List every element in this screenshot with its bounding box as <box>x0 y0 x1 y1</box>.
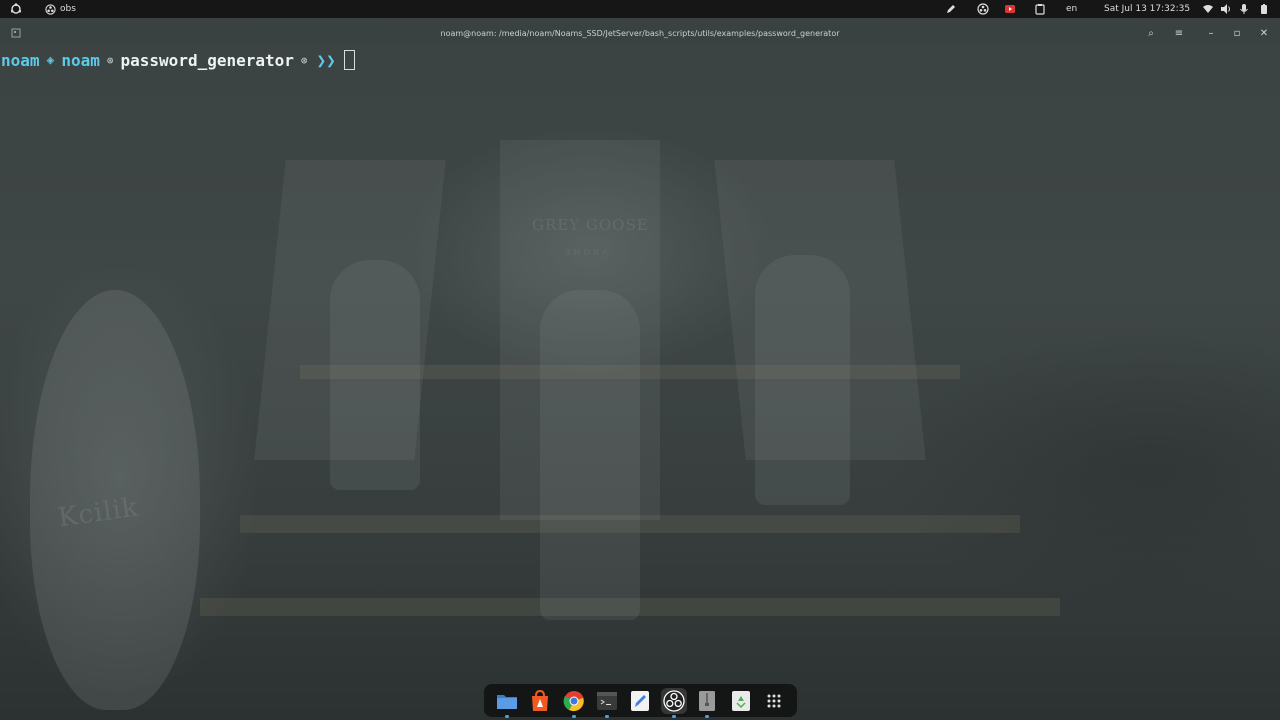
text-editor-icon <box>631 690 650 711</box>
wallpaper-brand-subtext: SHORA <box>565 248 611 257</box>
files-icon <box>496 694 517 709</box>
clock-button[interactable]: Sat Jul 13 17:32:35 <box>1104 0 1190 18</box>
obs-tray-icon <box>977 3 989 15</box>
running-indicator <box>671 714 676 718</box>
prompt-dot-icon-2: ⊛ <box>300 53 308 67</box>
trash-icon <box>731 690 750 711</box>
wallpaper-person-right <box>755 255 850 505</box>
running-indicator <box>705 714 710 718</box>
chrome-icon <box>563 690 584 711</box>
wifi-indicator[interactable] <box>1202 0 1214 18</box>
battery-indicator[interactable] <box>1258 0 1270 18</box>
prompt-dot-icon: ⊛ <box>106 53 114 67</box>
activities-button[interactable] <box>10 0 22 18</box>
desktop-wallpaper: GREY GOOSE SHORA Kcilik <box>0 0 1280 720</box>
microphone-indicator[interactable] <box>1238 0 1250 18</box>
search-button[interactable]: ⌕ <box>1140 22 1162 44</box>
dock-text-editor[interactable] <box>627 688 653 714</box>
minimize-icon: – <box>1208 27 1214 39</box>
prompt-host: noam <box>61 50 100 70</box>
search-icon: ⌕ <box>1148 27 1154 39</box>
wallpaper-brand-text: GREY GOOSE <box>532 216 649 234</box>
terminal-prompt[interactable]: noam ◈ noam ⊛ password_generator ⊛ ❯❯ <box>1 50 355 70</box>
dock-obs[interactable] <box>660 687 687 718</box>
terminal-titlebar[interactable]: noam@noam: /media/noam/Noams_SSD/JetServ… <box>0 22 1280 44</box>
dock-terminal[interactable] <box>594 688 620 718</box>
dock-archive[interactable] <box>694 688 720 718</box>
focused-app-name: obs <box>60 4 76 14</box>
dock-trash[interactable] <box>728 688 754 714</box>
ubuntu-logo-icon <box>10 3 22 14</box>
clipboard-indicator[interactable] <box>1034 0 1046 18</box>
terminal-icon <box>597 691 618 710</box>
record-icon <box>1005 5 1015 13</box>
keyboard-layout-indicator[interactable]: en <box>1066 0 1077 18</box>
pen-icon <box>947 5 955 13</box>
archive-icon <box>699 690 716 711</box>
obs-icon <box>45 3 56 15</box>
wifi-icon <box>1203 5 1213 13</box>
pen-indicator[interactable] <box>945 0 957 18</box>
running-indicator <box>571 714 576 718</box>
dock <box>484 684 797 718</box>
hamburger-menu-button[interactable]: ≡ <box>1168 22 1190 44</box>
obs-icon <box>663 689 685 712</box>
window-title: noam@noam: /media/noam/Noams_SSD/JetServ… <box>440 28 840 38</box>
app-center-icon <box>532 689 549 711</box>
wallpaper-person-left <box>330 260 420 490</box>
battery-icon <box>1261 4 1267 14</box>
date-time: Sat Jul 13 17:32:35 <box>1104 4 1191 14</box>
close-icon: ✕ <box>1259 27 1269 39</box>
maximize-button[interactable]: ▫ <box>1226 22 1248 44</box>
focused-app-menu[interactable]: obs <box>45 0 76 18</box>
screen-recording-indicator[interactable] <box>1004 0 1016 18</box>
menu-icon: ≡ <box>1174 27 1184 39</box>
prompt-arrow-icon: ❯❯ <box>316 50 336 70</box>
clipboard-icon <box>1035 4 1045 15</box>
obs-tray-indicator[interactable] <box>977 0 989 18</box>
close-button[interactable]: ✕ <box>1253 22 1275 44</box>
minimize-button[interactable]: – <box>1200 22 1222 44</box>
dock-files[interactable] <box>494 688 520 718</box>
running-indicator <box>605 714 610 718</box>
dock-show-apps[interactable] <box>761 688 787 714</box>
running-indicator <box>504 714 509 718</box>
show-apps-icon <box>767 694 781 707</box>
top-bar: obs en Sat Jul 13 17:32:35 <box>0 0 1280 18</box>
wallpaper-person-middle <box>540 290 640 620</box>
dock-chrome[interactable] <box>561 688 587 718</box>
maximize-icon: ▫ <box>1233 27 1241 39</box>
text-cursor <box>343 50 355 70</box>
volume-icon <box>1221 4 1230 14</box>
volume-indicator[interactable] <box>1220 0 1232 18</box>
dock-app-center[interactable] <box>527 688 553 714</box>
prompt-user: noam <box>1 50 40 70</box>
microphone-icon <box>1240 4 1248 14</box>
keyboard-layout-label: en <box>1066 4 1078 14</box>
prompt-separator-icon: ◈ <box>46 52 55 68</box>
prompt-directory: password_generator <box>120 50 294 70</box>
